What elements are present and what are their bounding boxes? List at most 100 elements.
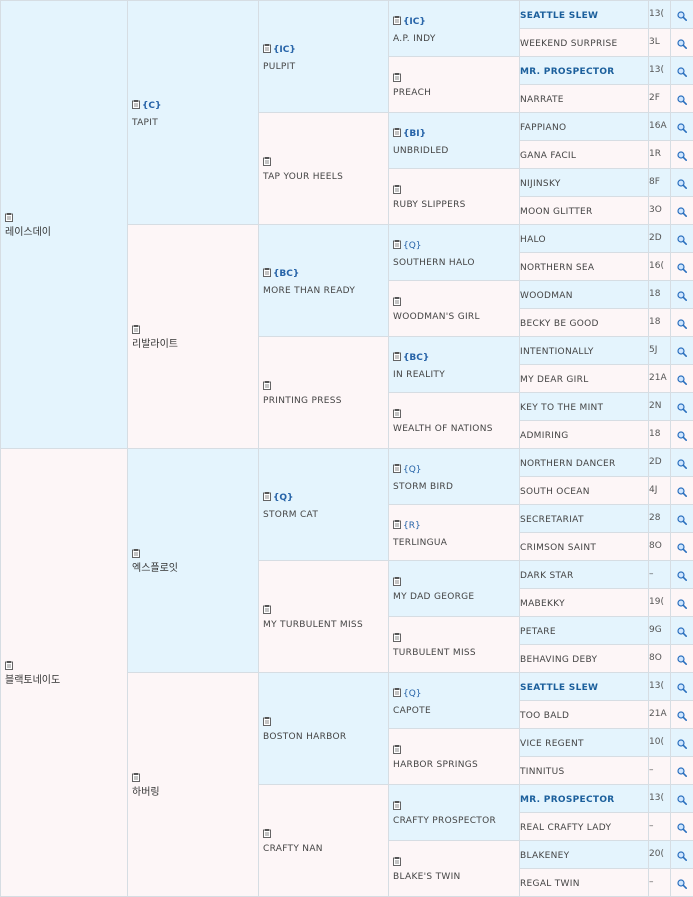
clipboard-icon[interactable] bbox=[393, 794, 401, 813]
ancestor-name[interactable]: WEEKEND SURPRISE bbox=[520, 39, 617, 49]
clipboard-icon[interactable] bbox=[263, 598, 271, 617]
magnifier-icon[interactable] bbox=[677, 481, 687, 500]
gen5-ancestor-cell[interactable]: SOUTH OCEAN bbox=[520, 477, 649, 505]
ancestor-name[interactable]: TAPIT bbox=[132, 118, 158, 128]
gen5-ancestor-cell[interactable]: NIJINSKY bbox=[520, 169, 649, 197]
magnifier-icon[interactable] bbox=[677, 145, 687, 164]
ancestor-name[interactable]: PULPIT bbox=[263, 62, 295, 72]
ancestor-name[interactable]: A.P. INDY bbox=[393, 34, 436, 44]
search-button[interactable] bbox=[671, 85, 693, 113]
search-button[interactable] bbox=[671, 757, 693, 785]
gen4-ancestor-cell[interactable]: CRAFTY PROSPECTOR bbox=[389, 785, 520, 841]
gen4-ancestor-cell[interactable]: PREACH bbox=[389, 57, 520, 113]
gen5-ancestor-cell[interactable]: NARRATE bbox=[520, 85, 649, 113]
magnifier-icon[interactable] bbox=[677, 705, 687, 724]
ancestor-name[interactable]: STORM BIRD bbox=[393, 482, 453, 492]
ancestor-name[interactable]: 엑스플로잇 bbox=[132, 563, 178, 574]
ancestor-name[interactable]: WEALTH OF NATIONS bbox=[393, 424, 493, 434]
magnifier-icon[interactable] bbox=[677, 313, 687, 332]
clipboard-icon[interactable] bbox=[393, 9, 401, 28]
clipboard-icon[interactable] bbox=[393, 233, 401, 252]
clipboard-icon[interactable] bbox=[393, 850, 401, 869]
magnifier-icon[interactable] bbox=[677, 565, 687, 584]
search-button[interactable] bbox=[671, 281, 693, 309]
ancestor-name[interactable]: IN REALITY bbox=[393, 370, 445, 380]
ancestor-name[interactable]: NIJINSKY bbox=[520, 179, 561, 189]
gen3-ancestor-cell[interactable]: {BC}MORE THAN READY bbox=[259, 225, 389, 337]
ancestor-name[interactable]: MABEKKY bbox=[520, 599, 565, 609]
search-button[interactable] bbox=[671, 197, 693, 225]
magnifier-icon[interactable] bbox=[677, 173, 687, 192]
ancestor-name[interactable]: 하버링 bbox=[132, 787, 160, 798]
gen5-ancestor-cell[interactable]: WOODMAN bbox=[520, 281, 649, 309]
search-button[interactable] bbox=[671, 869, 693, 897]
clipboard-icon[interactable] bbox=[393, 738, 401, 757]
gen5-ancestor-cell[interactable]: INTENTIONALLY bbox=[520, 337, 649, 365]
ancestor-name[interactable]: MY DEAR GIRL bbox=[520, 375, 589, 385]
search-button[interactable] bbox=[671, 533, 693, 561]
ancestor-name[interactable]: MORE THAN READY bbox=[263, 286, 355, 296]
gen5-ancestor-cell[interactable]: MR. PROSPECTOR bbox=[520, 785, 649, 813]
ancestor-name[interactable]: NORTHERN DANCER bbox=[520, 459, 616, 469]
ancestor-name[interactable]: PREACH bbox=[393, 88, 431, 98]
ancestor-name[interactable]: NORTHERN SEA bbox=[520, 263, 594, 273]
gen4-ancestor-cell[interactable]: {R}TERLINGUA bbox=[389, 505, 520, 561]
clipboard-icon[interactable] bbox=[393, 457, 401, 476]
magnifier-icon[interactable] bbox=[677, 761, 687, 780]
magnifier-icon[interactable] bbox=[677, 369, 687, 388]
gen3-ancestor-cell[interactable]: BOSTON HARBOR bbox=[259, 673, 389, 785]
gen5-ancestor-cell[interactable]: BLAKENEY bbox=[520, 841, 649, 869]
magnifier-icon[interactable] bbox=[677, 341, 687, 360]
ancestor-name[interactable]: REGAL TWIN bbox=[520, 879, 580, 889]
search-button[interactable] bbox=[671, 309, 693, 337]
gen5-ancestor-cell[interactable]: ADMIRING bbox=[520, 421, 649, 449]
gen5-ancestor-cell[interactable]: GANA FACIL bbox=[520, 141, 649, 169]
gen4-ancestor-cell[interactable]: WOODMAN'S GIRL bbox=[389, 281, 520, 337]
ancestor-name[interactable]: CRAFTY NAN bbox=[263, 844, 323, 854]
clipboard-icon[interactable] bbox=[393, 402, 401, 421]
gen5-ancestor-cell[interactable]: TOO BALD bbox=[520, 701, 649, 729]
gen4-ancestor-cell[interactable]: BLAKE'S TWIN bbox=[389, 841, 520, 897]
clipboard-icon[interactable] bbox=[263, 261, 271, 280]
gen2-ancestor-cell[interactable]: {C}TAPIT bbox=[128, 1, 259, 225]
gen5-ancestor-cell[interactable]: MR. PROSPECTOR bbox=[520, 57, 649, 85]
gen5-ancestor-cell[interactable]: NORTHERN DANCER bbox=[520, 449, 649, 477]
gen5-ancestor-cell[interactable]: SECRETARIAT bbox=[520, 505, 649, 533]
magnifier-icon[interactable] bbox=[677, 201, 687, 220]
clipboard-icon[interactable] bbox=[263, 710, 271, 729]
magnifier-icon[interactable] bbox=[677, 89, 687, 108]
ancestor-name[interactable]: REAL CRAFTY LADY bbox=[520, 823, 611, 833]
gen4-ancestor-cell[interactable]: RUBY SLIPPERS bbox=[389, 169, 520, 225]
ancestor-name[interactable]: KEY TO THE MINT bbox=[520, 403, 603, 413]
clipboard-icon[interactable] bbox=[132, 318, 140, 337]
gen5-ancestor-cell[interactable]: MOON GLITTER bbox=[520, 197, 649, 225]
magnifier-icon[interactable] bbox=[677, 845, 687, 864]
magnifier-icon[interactable] bbox=[677, 397, 687, 416]
clipboard-icon[interactable] bbox=[393, 178, 401, 197]
clipboard-icon[interactable] bbox=[393, 345, 401, 364]
gen4-ancestor-cell[interactable]: TURBULENT MISS bbox=[389, 617, 520, 673]
gen4-ancestor-cell[interactable]: MY DAD GEORGE bbox=[389, 561, 520, 617]
ancestor-name[interactable]: NARRATE bbox=[520, 95, 564, 105]
search-button[interactable] bbox=[671, 1, 693, 29]
clipboard-icon[interactable] bbox=[263, 374, 271, 393]
magnifier-icon[interactable] bbox=[677, 537, 687, 556]
magnifier-icon[interactable] bbox=[677, 509, 687, 528]
ancestor-name[interactable]: BOSTON HARBOR bbox=[263, 732, 346, 742]
gen5-ancestor-cell[interactable]: NORTHERN SEA bbox=[520, 253, 649, 281]
ancestor-name[interactable]: CRAFTY PROSPECTOR bbox=[393, 816, 496, 826]
ancestor-name[interactable]: UNBRIDLED bbox=[393, 146, 449, 156]
gen5-ancestor-cell[interactable]: REAL CRAFTY LADY bbox=[520, 813, 649, 841]
gen5-ancestor-cell[interactable]: DARK STAR bbox=[520, 561, 649, 589]
magnifier-icon[interactable] bbox=[677, 593, 687, 612]
clipboard-icon[interactable] bbox=[393, 570, 401, 589]
search-button[interactable] bbox=[671, 673, 693, 701]
search-button[interactable] bbox=[671, 253, 693, 281]
gen2-ancestor-cell[interactable]: 엑스플로잇 bbox=[128, 449, 259, 673]
gen1-ancestor-cell[interactable]: 블랙토네이도 bbox=[1, 449, 128, 897]
search-button[interactable] bbox=[671, 421, 693, 449]
ancestor-name[interactable]: WOODMAN'S GIRL bbox=[393, 312, 480, 322]
gen5-ancestor-cell[interactable]: BECKY BE GOOD bbox=[520, 309, 649, 337]
clipboard-icon[interactable] bbox=[393, 626, 401, 645]
gen5-ancestor-cell[interactable]: HALO bbox=[520, 225, 649, 253]
